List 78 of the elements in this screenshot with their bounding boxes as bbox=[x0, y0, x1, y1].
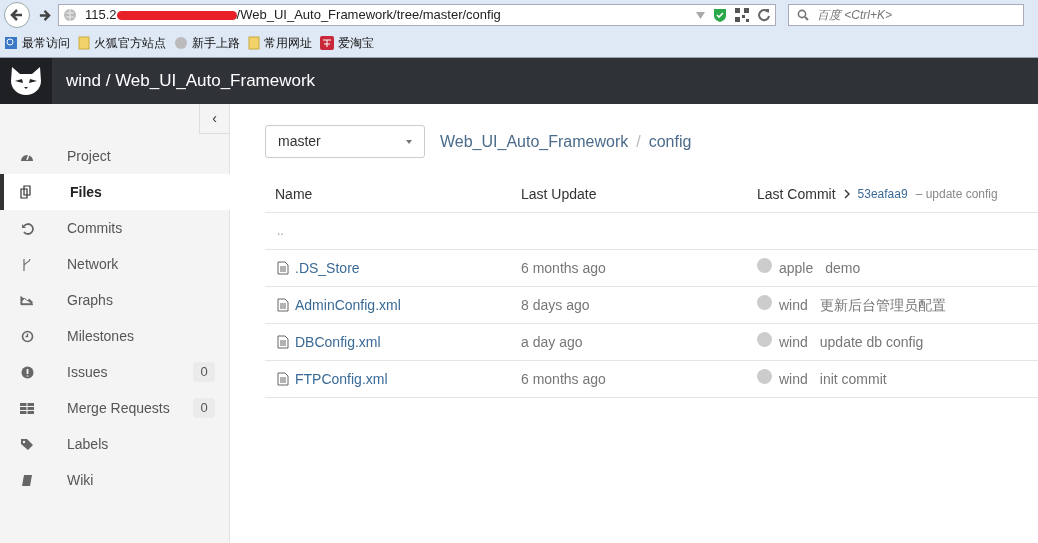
sidebar-item[interactable]: Project bbox=[0, 138, 229, 174]
shop-icon bbox=[320, 36, 334, 50]
back-button[interactable] bbox=[4, 2, 30, 28]
cat-logo-icon bbox=[9, 65, 43, 97]
file-icon bbox=[277, 372, 289, 386]
breadcrumb-link[interactable]: config bbox=[648, 129, 692, 154]
shield-icon[interactable] bbox=[713, 7, 727, 23]
dropdown-icon bbox=[696, 11, 705, 19]
column-header: Last Commit bbox=[757, 184, 836, 204]
bookmark-link[interactable]: 爱淘宝 bbox=[338, 34, 374, 52]
sidebar-item[interactable]: Issues 0 bbox=[0, 354, 229, 390]
commit-hash-link[interactable]: 53eafaa9 bbox=[857, 185, 908, 203]
sidebar-item[interactable]: Merge Requests 0 bbox=[0, 390, 229, 426]
column-header: Name bbox=[274, 184, 314, 204]
sidebar-item[interactable]: Commits bbox=[0, 210, 229, 246]
commit-author: wind bbox=[779, 369, 808, 389]
commit-author: wind bbox=[779, 295, 808, 315]
search-field[interactable]: 百度 <Ctrl+K> bbox=[788, 4, 1024, 26]
commit-author: wind bbox=[779, 332, 808, 352]
commit-message: – update config bbox=[915, 186, 998, 203]
folder-icon bbox=[248, 36, 260, 50]
list-icon bbox=[20, 402, 34, 414]
update-time: 6 months ago bbox=[521, 258, 607, 278]
commit-message: demo bbox=[825, 258, 861, 278]
sidebar-item[interactable]: Files bbox=[0, 174, 230, 210]
file-link[interactable]: AdminConfig.xml bbox=[295, 294, 401, 316]
update-time: 6 months ago bbox=[521, 369, 607, 389]
area-chart-icon bbox=[20, 294, 34, 306]
update-time: 8 days ago bbox=[521, 295, 591, 315]
count-badge: 0 bbox=[193, 362, 215, 382]
avatar-icon bbox=[757, 294, 772, 310]
sidebar-item[interactable]: Network bbox=[0, 246, 229, 282]
tags-icon bbox=[20, 437, 34, 451]
address-bar[interactable]: 115.2 /Web_UI_Auto_Framework/tree/master/config bbox=[58, 4, 776, 26]
breadcrumb-separator: / bbox=[636, 131, 641, 152]
back-arrow-icon bbox=[10, 8, 24, 22]
project-title[interactable]: wind / Web_UI_Auto_Framework bbox=[66, 68, 316, 94]
qr-code-icon[interactable] bbox=[735, 8, 749, 22]
avatar-icon bbox=[757, 368, 772, 384]
bookmark-link[interactable]: 最常访问 bbox=[22, 34, 70, 52]
url-text: 115.2 bbox=[85, 6, 117, 25]
file-link[interactable]: .DS_Store bbox=[295, 257, 360, 279]
bookmark-link[interactable]: 新手上路 bbox=[192, 34, 240, 52]
exclamation-icon bbox=[20, 365, 34, 379]
bookmark-link[interactable]: 常用网址 bbox=[264, 34, 312, 52]
folder-icon bbox=[78, 36, 90, 50]
avatar-icon bbox=[757, 331, 772, 347]
sidebar-item[interactable]: Wiki bbox=[0, 462, 229, 498]
bookmark-icon bbox=[4, 36, 18, 50]
forward-arrow-icon bbox=[37, 8, 51, 22]
file-link[interactable]: DBConfig.xml bbox=[295, 331, 381, 353]
column-header: Last Update bbox=[521, 184, 598, 204]
avatar-icon bbox=[757, 257, 772, 273]
chevron-right-icon bbox=[843, 189, 850, 199]
file-icon bbox=[277, 335, 289, 349]
file-link[interactable]: FTPConfig.xml bbox=[295, 368, 388, 390]
files-icon bbox=[20, 185, 34, 199]
history-icon bbox=[20, 221, 34, 235]
commit-message: update db config bbox=[819, 332, 924, 352]
sidebar-item[interactable]: Labels bbox=[0, 426, 229, 462]
update-time: a day ago bbox=[521, 332, 584, 352]
count-badge: 0 bbox=[193, 398, 215, 418]
clock-icon bbox=[20, 329, 34, 343]
breadcrumb-link[interactable]: Web_UI_Auto_Framework bbox=[440, 129, 629, 154]
commit-author: apple bbox=[779, 258, 814, 278]
search-icon bbox=[797, 9, 809, 21]
url-text: /Web_UI_Auto_Framework/tree/master/config bbox=[236, 6, 501, 25]
file-icon bbox=[277, 261, 289, 275]
caret-icon bbox=[406, 139, 412, 144]
reload-icon[interactable] bbox=[757, 8, 771, 22]
collapse-button[interactable]: ‹ bbox=[199, 104, 229, 134]
file-icon bbox=[277, 298, 289, 312]
commit-message: init commit bbox=[819, 369, 887, 389]
sidebar-item[interactable]: Graphs bbox=[0, 282, 229, 318]
branch-select[interactable]: master bbox=[265, 125, 425, 158]
commit-message: 更新后台管理员配置 bbox=[819, 295, 946, 315]
sidebar-item[interactable]: Milestones bbox=[0, 318, 229, 354]
bookmark-link[interactable]: 火狐官方站点 bbox=[94, 34, 166, 52]
